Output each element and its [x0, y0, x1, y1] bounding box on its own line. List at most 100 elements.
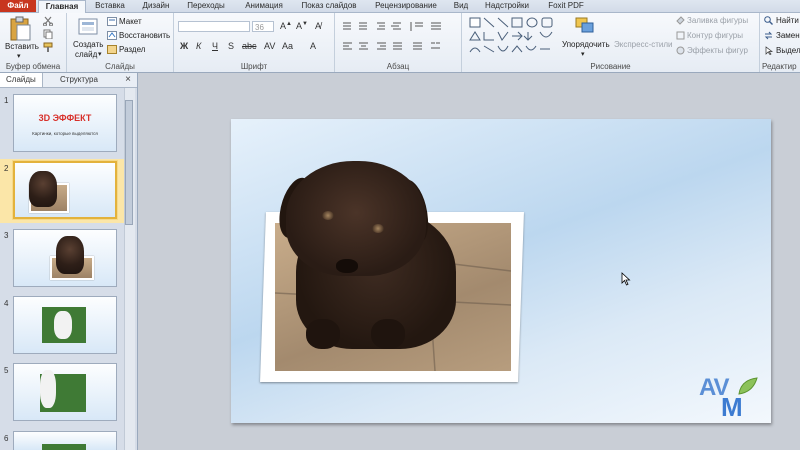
- drawing-group-label: Рисование: [590, 62, 631, 71]
- slide-thumbnail-3[interactable]: [13, 229, 117, 287]
- paste-dropdown-icon[interactable]: ▾: [17, 52, 21, 60]
- font-group: 36 A▲ A▼ A̸ Ж К Ч S abc AV Aa A Шрифт: [174, 13, 335, 72]
- slide-number: 4: [4, 299, 9, 308]
- dog-paw-left: [306, 319, 340, 349]
- char-spacing-icon[interactable]: AV: [264, 41, 275, 51]
- cut-icon[interactable]: [43, 16, 53, 26]
- thumb-subtitle: Картинки, которые выделяются: [32, 131, 98, 136]
- slides-group: Создать слайд ▾ Макет Восстановить Разде…: [67, 13, 174, 72]
- dog-eye-left: [322, 211, 334, 220]
- shadow-icon[interactable]: S: [228, 41, 234, 51]
- ribbon-tab-bar: Файл Главная Вставка Дизайн Переходы Ани…: [0, 0, 800, 13]
- shapes-gallery[interactable]: [468, 16, 556, 58]
- shape-outline-icon: [676, 31, 685, 40]
- thumb-dalmatian-photo: [42, 444, 86, 450]
- dog-nose: [336, 259, 358, 273]
- paragraph-group: Абзац: [335, 13, 462, 72]
- underline-icon[interactable]: Ч: [212, 41, 218, 51]
- new-slide-icon[interactable]: [78, 17, 100, 37]
- slide-number: 1: [4, 96, 9, 105]
- replace-button[interactable]: Замен: [776, 31, 800, 40]
- slide-thumbnail-1[interactable]: 3D ЭФФЕКТ Картинки, которые выделяются: [13, 94, 117, 152]
- shrink-font-icon[interactable]: A▼: [296, 21, 308, 31]
- shape-outline-button[interactable]: Контур фигуры: [687, 31, 743, 40]
- tab-foxit[interactable]: Foxit PDF: [541, 0, 591, 12]
- logo-leaf-icon: [738, 377, 758, 395]
- slide-thumbnail-2[interactable]: [13, 161, 117, 219]
- tab-file[interactable]: Файл: [0, 0, 36, 12]
- thumb-title: 3D ЭФФЕКТ: [38, 113, 92, 123]
- logo-line-2: M: [721, 392, 743, 422]
- tab-view[interactable]: Вид: [449, 0, 473, 12]
- thumb-dog: [29, 171, 57, 207]
- slide-thumbnail-4[interactable]: [13, 296, 117, 354]
- editing-group-label: Редактир: [762, 62, 797, 71]
- section-button[interactable]: Раздел: [119, 45, 145, 54]
- italic-icon[interactable]: К: [196, 41, 201, 51]
- pane-close-icon[interactable]: ×: [125, 74, 131, 85]
- format-painter-icon[interactable]: [43, 42, 53, 52]
- arrange-icon[interactable]: [574, 16, 596, 36]
- new-slide-dropdown-icon[interactable]: ▾: [98, 50, 102, 58]
- replace-icon: [764, 31, 773, 40]
- slide-number: 2: [4, 164, 9, 173]
- layout-button[interactable]: Макет: [119, 17, 142, 26]
- grow-font-icon[interactable]: A▲: [280, 21, 292, 31]
- pane-tab-slides[interactable]: Слайды: [0, 73, 43, 87]
- tab-review[interactable]: Рецензирование: [367, 0, 445, 12]
- clipboard-group: Вставить ▾ Буфер обмена: [0, 13, 67, 72]
- reset-icon: [107, 31, 117, 40]
- thumb-dog: [56, 236, 84, 274]
- layout-icon: [107, 17, 117, 26]
- change-case-icon[interactable]: Aa: [282, 41, 293, 51]
- pane-tab-outline[interactable]: Структура: [54, 73, 104, 87]
- mouse-cursor-icon: [621, 272, 631, 286]
- new-slide-label-1[interactable]: Создать: [73, 40, 103, 49]
- avm-logo: AV M: [699, 374, 763, 422]
- slide-number: 5: [4, 366, 9, 375]
- tab-transitions[interactable]: Переходы: [180, 0, 232, 12]
- tab-home[interactable]: Главная: [38, 0, 86, 13]
- paragraph-group-label: Абзац: [386, 62, 410, 71]
- reset-button[interactable]: Восстановить: [119, 31, 170, 40]
- shape-fill-button[interactable]: Заливка фигуры: [687, 16, 748, 25]
- shape-effects-icon: [676, 46, 685, 55]
- shape-effects-button[interactable]: Эффекты фигур: [687, 46, 748, 55]
- ribbon: Вставить ▾ Буфер обмена Создать слайд ▾ …: [0, 13, 800, 73]
- dog-head: [286, 161, 426, 276]
- section-icon: [107, 45, 117, 54]
- tab-addins[interactable]: Надстройки: [478, 0, 536, 12]
- clear-format-icon[interactable]: A̸: [315, 21, 321, 31]
- dog-eye-right: [372, 224, 384, 233]
- arrange-button[interactable]: Упорядочить: [562, 40, 610, 49]
- bold-icon[interactable]: Ж: [180, 41, 188, 51]
- tab-insert[interactable]: Вставка: [89, 0, 131, 12]
- arrange-dropdown-icon[interactable]: ▾: [581, 50, 585, 58]
- font-group-label: Шрифт: [240, 62, 268, 71]
- find-button[interactable]: Найти: [776, 16, 799, 25]
- copy-icon[interactable]: [43, 29, 53, 39]
- paragraph-buttons[interactable]: [341, 21, 457, 65]
- slide-thumbnail-6[interactable]: [13, 431, 117, 450]
- dog-paw-right: [371, 319, 405, 349]
- clipboard-group-label: Буфер обмена: [5, 62, 61, 71]
- tab-animation[interactable]: Анимация: [237, 0, 291, 12]
- find-icon: [764, 16, 773, 25]
- drawing-group: Упорядочить ▾ Экспресс-стили Заливка фиг…: [462, 13, 760, 72]
- quick-styles-button[interactable]: Экспресс-стили: [614, 40, 673, 49]
- editing-group: Найти Замен Выдел Редактир: [760, 13, 800, 72]
- paste-icon[interactable]: [8, 16, 32, 42]
- new-slide-label-2[interactable]: слайд: [75, 50, 97, 59]
- current-slide[interactable]: AV M: [231, 119, 771, 423]
- paste-button[interactable]: Вставить: [5, 42, 39, 51]
- strikethrough-icon[interactable]: abc: [242, 41, 257, 51]
- font-color-icon[interactable]: A: [310, 41, 316, 51]
- font-name-combo[interactable]: [178, 21, 250, 32]
- select-button[interactable]: Выдел: [776, 46, 800, 55]
- pane-tabs: Слайды Структура ×: [0, 73, 137, 88]
- pane-scrollbar-thumb[interactable]: [125, 100, 133, 225]
- tab-design[interactable]: Дизайн: [136, 0, 176, 12]
- slide-thumbnail-5[interactable]: [13, 363, 117, 421]
- font-size-combo[interactable]: 36: [252, 21, 274, 32]
- tab-slideshow[interactable]: Показ слайдов: [295, 0, 363, 12]
